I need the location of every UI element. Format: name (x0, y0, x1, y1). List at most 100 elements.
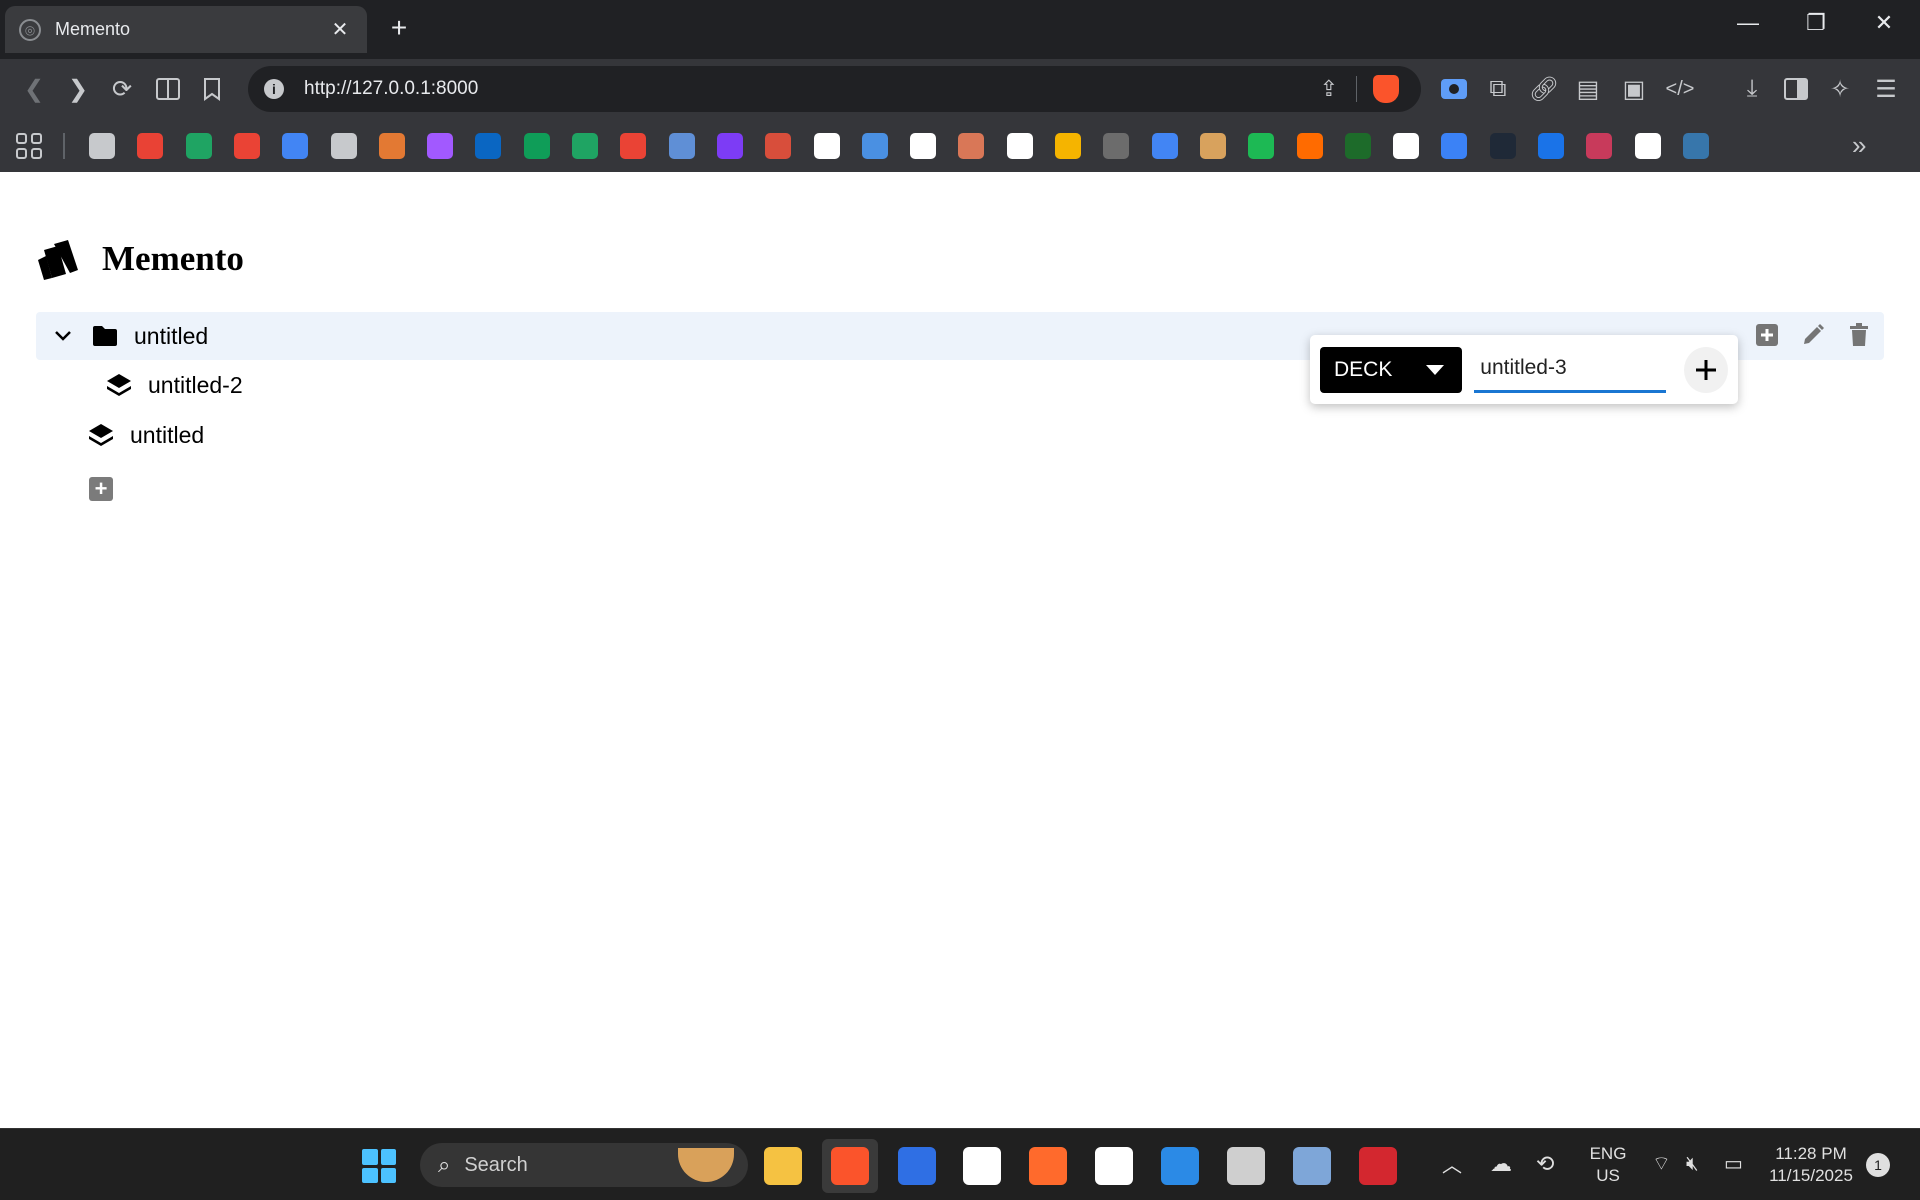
taskbar-app-icon[interactable] (1359, 1147, 1397, 1185)
bookmark-favicon-icon[interactable] (1151, 133, 1178, 159)
devtools-icon[interactable]: </> (1662, 71, 1698, 107)
leo-ai-icon[interactable]: ✧ (1822, 71, 1858, 107)
bookmark-favicon-icon[interactable] (137, 133, 164, 159)
chevron-down-icon[interactable] (48, 321, 78, 351)
taskbar-app-icon[interactable] (1227, 1147, 1265, 1185)
bookmark-favicon-icon[interactable] (89, 133, 115, 159)
bookmark-favicon-icon[interactable] (1199, 133, 1226, 159)
extensions-icon[interactable]: ⧉ (1480, 71, 1516, 107)
bookmark-favicon-icon[interactable] (1441, 133, 1468, 159)
bookmark-favicon-icon[interactable] (1538, 133, 1564, 159)
bookmarks-divider (63, 133, 65, 159)
notification-count-badge[interactable]: 1 (1866, 1153, 1890, 1177)
side-panel-icon[interactable] (1778, 71, 1814, 107)
battery-icon[interactable]: ▭ (1724, 1153, 1743, 1175)
download-icon[interactable]: ⤓ (1734, 71, 1770, 107)
sync-icon[interactable]: ⟲ (1536, 1153, 1554, 1175)
add-root-item-button[interactable]: + (89, 477, 113, 501)
item-type-select[interactable]: DECK (1320, 346, 1463, 393)
bookmark-icon[interactable] (194, 71, 230, 107)
address-bar[interactable]: i http://127.0.0.1:8000 ⇪ (248, 66, 1421, 112)
volume-muted-icon[interactable]: 🔇︎ (1686, 1153, 1699, 1175)
bookmark-favicon-icon[interactable] (1393, 133, 1420, 159)
bookmark-favicon-icon[interactable] (330, 133, 357, 159)
bookmark-favicon-icon[interactable] (1586, 133, 1613, 159)
taskbar-search[interactable]: ⌕ Search (420, 1143, 748, 1187)
bookmark-favicon-icon[interactable] (427, 133, 454, 159)
tray-overflow-icon[interactable]: ︿ (1442, 1155, 1462, 1177)
bookmark-favicon-icon[interactable] (185, 133, 212, 159)
brave-shields-icon[interactable] (1373, 75, 1399, 103)
bookmark-favicon-icon[interactable] (910, 133, 937, 159)
bookmark-favicon-icon[interactable] (282, 133, 309, 159)
add-item-icon[interactable] (1754, 322, 1780, 348)
bookmark-favicon-icon[interactable] (861, 133, 888, 159)
layers-icon (89, 424, 113, 446)
taskbar-app-icon[interactable] (898, 1147, 936, 1185)
language-indicator[interactable]: ENG US (1586, 1143, 1630, 1187)
site-info-icon[interactable]: i (264, 79, 284, 99)
delete-trash-icon[interactable] (1846, 322, 1872, 348)
taskbar-app-icon[interactable] (831, 1147, 869, 1185)
bookmark-favicon-icon[interactable] (813, 133, 840, 159)
share-icon[interactable]: ⇪ (1320, 76, 1338, 102)
taskbar-app-icon[interactable] (1029, 1147, 1067, 1185)
confirm-add-button[interactable] (1684, 346, 1728, 393)
window-close-button[interactable]: ✕ (1864, 10, 1904, 36)
tree-deck-row-root[interactable]: untitled (88, 416, 204, 454)
deck-label[interactable]: untitled (130, 422, 204, 449)
item-name-input[interactable] (1474, 346, 1667, 393)
bookmark-favicon-icon[interactable] (572, 133, 598, 159)
bookmark-favicon-icon[interactable] (233, 133, 260, 159)
start-windows-icon[interactable] (362, 1149, 396, 1183)
bookmark-favicon-icon[interactable] (475, 133, 502, 159)
folder-label[interactable]: untitled (134, 323, 208, 350)
bookmark-favicon-icon[interactable] (1296, 133, 1323, 159)
taskbar-app-icon[interactable] (1293, 1147, 1331, 1185)
tab-close-icon[interactable]: ✕ (327, 17, 353, 42)
minimize-button[interactable]: — (1728, 10, 1768, 36)
bookmark-favicon-icon[interactable] (716, 133, 743, 159)
reload-icon[interactable]: ⟳ (104, 71, 140, 107)
forward-icon[interactable]: ❯ (60, 71, 96, 107)
taskbar-app-icon[interactable] (764, 1147, 802, 1185)
bookmark-favicon-icon[interactable] (1055, 133, 1081, 159)
bookmark-favicon-icon[interactable] (1344, 133, 1371, 159)
sidebar-toggle-icon[interactable] (150, 71, 186, 107)
new-tab-button[interactable]: + (384, 12, 414, 44)
bookmark-favicon-icon[interactable] (1248, 133, 1275, 159)
taskbar-app-icon[interactable] (1095, 1147, 1133, 1185)
link-icon[interactable]: 🔗︎ (1526, 71, 1562, 107)
bookmark-favicon-icon[interactable] (1103, 133, 1130, 159)
taskbar-app-icon[interactable] (1161, 1147, 1199, 1185)
onedrive-icon[interactable]: ☁ (1490, 1153, 1512, 1175)
bookmark-favicon-icon[interactable] (1489, 133, 1516, 159)
tree-deck-row-child[interactable]: untitled-2 (106, 366, 243, 404)
bookmark-favicon-icon[interactable] (1634, 133, 1661, 159)
taskbar-app-icon[interactable] (963, 1147, 1001, 1185)
bookmark-favicon-icon[interactable] (1006, 133, 1033, 159)
bookmark-favicon-icon[interactable] (765, 133, 792, 159)
back-icon[interactable]: ❮ (16, 71, 52, 107)
apps-grid-icon[interactable] (16, 133, 42, 159)
more-bookmarks-icon[interactable]: » (1852, 130, 1866, 161)
layers-icon (107, 374, 131, 396)
screenshot-icon[interactable] (1436, 71, 1472, 107)
menu-icon[interactable]: ☰ (1868, 71, 1904, 107)
bookmark-favicon-icon[interactable] (958, 133, 985, 159)
wifi-icon[interactable]: ⌔ (1652, 1153, 1671, 1175)
clock[interactable]: 11:28 PM 11/15/2025 (1768, 1143, 1854, 1187)
bookmark-favicon-icon[interactable] (1682, 133, 1709, 159)
browser-tab[interactable]: ◎ Memento ✕ (5, 6, 367, 53)
restore-button[interactable]: ❐ (1796, 10, 1836, 36)
url-text[interactable]: http://127.0.0.1:8000 (304, 78, 1320, 100)
bookmark-favicon-icon[interactable] (620, 133, 647, 159)
edit-pencil-icon[interactable] (1800, 322, 1826, 348)
bookmark-favicon-icon[interactable] (668, 133, 695, 159)
bookmark-favicon-icon[interactable] (378, 133, 405, 159)
archive-icon[interactable]: ▣ (1616, 71, 1652, 107)
bookmark-favicon-icon[interactable] (523, 133, 550, 159)
reader-mode-icon[interactable]: ▤ (1570, 71, 1606, 107)
taskbar-search-label: Search (464, 1153, 528, 1176)
deck-label[interactable]: untitled-2 (148, 372, 243, 399)
